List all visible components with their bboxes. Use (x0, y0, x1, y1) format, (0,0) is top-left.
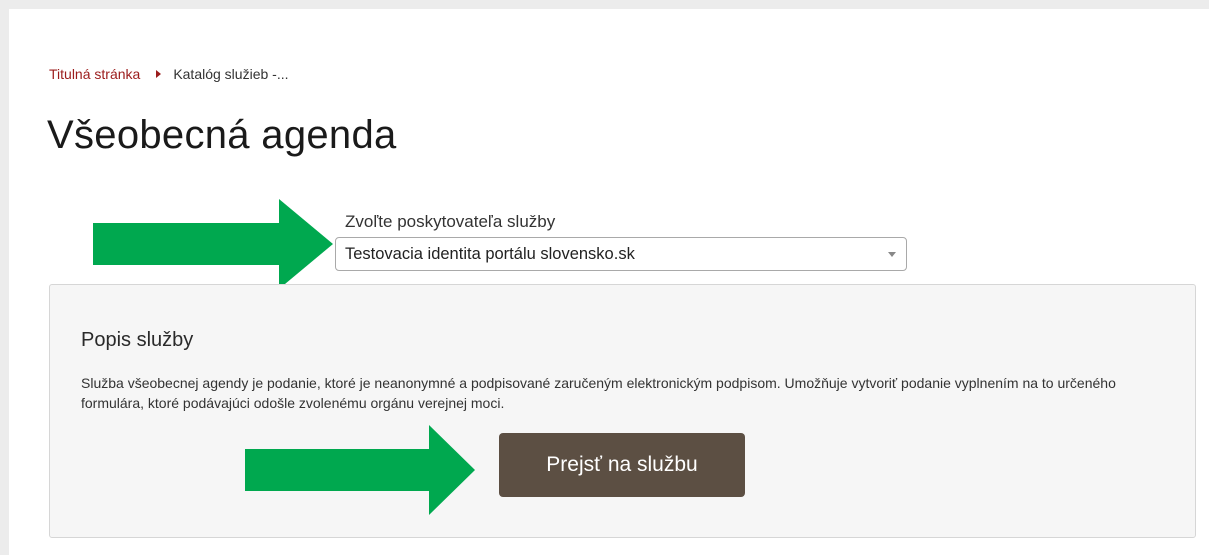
annotation-arrow-button-icon (245, 425, 475, 515)
top-strip (0, 0, 1209, 9)
provider-select[interactable]: Testovacia identita portálu slovensko.sk (335, 237, 907, 271)
service-description-heading: Popis služby (81, 329, 194, 351)
page-title: Všeobecná agenda (47, 113, 397, 157)
breadcrumb: Titulná stránka Katalóg služieb -... (49, 66, 288, 82)
breadcrumb-home-link[interactable]: Titulná stránka (49, 66, 140, 82)
service-description-panel: Popis služby Služba všeobecnej agendy je… (49, 284, 1196, 538)
breadcrumb-separator-icon (156, 70, 162, 78)
service-description-text: Služba všeobecnej agendy je podanie, kto… (81, 375, 1116, 411)
go-to-service-button[interactable]: Prejsť na službu (499, 433, 745, 497)
provider-label: Zvoľte poskytovateľa služby (345, 212, 556, 231)
annotation-arrow-provider-icon (93, 199, 333, 289)
breadcrumb-current: Katalóg služieb -... (173, 66, 289, 82)
provider-select-value: Testovacia identita portálu slovensko.sk (345, 245, 635, 263)
chevron-down-icon (888, 252, 896, 257)
page-content: Titulná stránka Katalóg služieb -... Vše… (9, 9, 1209, 555)
